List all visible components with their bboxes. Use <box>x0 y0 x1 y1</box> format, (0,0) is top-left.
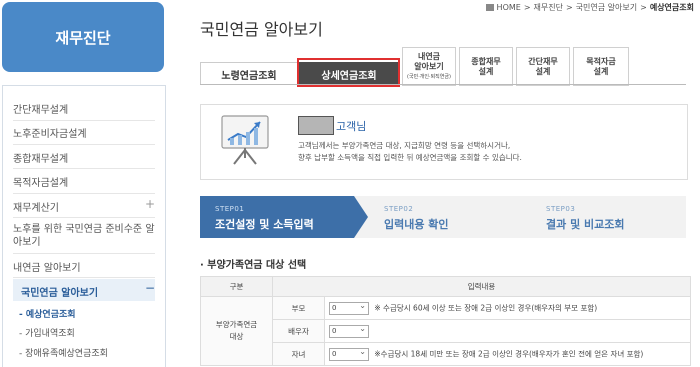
tab-my-pension[interactable]: 내연금 알아보기 (국민·개인·퇴직연금) <box>402 47 456 86</box>
tab-old-age-pension[interactable]: 노령연금조회 <box>200 62 298 85</box>
sidebar: 재무진단 간단재무설계 노후준비자금설계 종합재무설계 목적자금설계 재무계산기… <box>0 0 166 367</box>
breadcrumb-home[interactable]: HOME <box>497 3 521 12</box>
row-label-parents: 부모 <box>272 296 325 320</box>
presentation-board-icon <box>221 115 269 165</box>
home-icon <box>485 4 494 11</box>
tab-my-pension-sub: (국민·개인·퇴직연금) <box>407 73 451 80</box>
group-label-line-1: 부양가족연금 <box>215 320 258 329</box>
section-title: · 부양가족연금 대상 선택 <box>200 260 307 271</box>
divider <box>13 168 155 169</box>
row-input-parents: 0 ※ 수급당시 60세 이상 또는 장애 2급 이상인 경우(배우자의 부모 … <box>323 296 692 320</box>
spouse-select[interactable]: 0 <box>329 323 369 338</box>
tab-total-plan[interactable]: 종합재무 설계 <box>459 47 513 86</box>
collapse-icon[interactable]: − <box>145 281 155 295</box>
step-2-title: 입력내용 확인 <box>384 218 449 231</box>
sidebar-item-total-plan[interactable]: 종합재무설계 <box>13 150 155 165</box>
sidebar-subitem-enrollment-history[interactable]: - 가입내역조회 <box>19 326 75 339</box>
divider <box>13 253 155 254</box>
table-row: 자녀 0 ※수급당시 18세 미만 또는 장애 2급 이상인 경우(배우자가 혼… <box>201 342 692 366</box>
sidebar-item-purpose-plan[interactable]: 목적자금설계 <box>13 174 155 189</box>
dependent-table: 구분 입력내용 부양가족연금 대상 부모 0 ※ 수급당시 60세 이상 또는 … <box>200 276 692 366</box>
divider <box>13 144 155 145</box>
expand-icon[interactable]: + <box>145 197 155 211</box>
page-title: 국민연금 알아보기 <box>200 20 323 39</box>
divider <box>13 277 155 278</box>
customer-suffix: 고객님 <box>336 120 367 133</box>
step-3-label: STEP03 <box>546 205 576 213</box>
breadcrumb-finance[interactable]: 재무진단 <box>534 2 563 13</box>
step-3-title: 결과 및 비교조회 <box>546 218 625 231</box>
customer-name-masked <box>298 116 334 135</box>
info-description: 고객님께서는 부양가족연금 대상, 지급희망 연령 등을 선택하시거나, 향후 … <box>298 140 678 164</box>
parents-note: ※ 수급당시 60세 이상 또는 장애 2급 이상인 경우(배우자의 부모 포함… <box>374 303 598 312</box>
row-label-spouse: 배우자 <box>272 319 325 343</box>
children-select[interactable]: 0 <box>329 346 369 361</box>
step-1-label: STEP01 <box>215 205 245 213</box>
table-row: 배우자 0 <box>201 319 692 343</box>
divider <box>13 193 155 194</box>
parents-select[interactable]: 0 <box>329 300 369 315</box>
sidebar-subitem-disability-survivor[interactable]: - 장애유족예상연금조회 <box>19 346 108 359</box>
breadcrumb: HOME > 재무진단 > 국민연금 알아보기 > 예상연금조회 <box>485 2 694 13</box>
info-description-line-1: 고객님께서는 부양가족연금 대상, 지급희망 연령 등을 선택하시거나, <box>298 141 511 150</box>
tabs-baseline <box>200 84 686 85</box>
sidebar-title: 재무진단 <box>2 2 164 72</box>
tab-simple-plan-label-2: 설계 <box>535 66 551 76</box>
row-input-children: 0 ※수급당시 18세 미만 또는 장애 2급 이상인 경우(배우자가 혼인 전… <box>323 342 692 366</box>
tab-highlight <box>297 58 400 87</box>
tab-simple-plan[interactable]: 간단재무 설계 <box>516 47 570 86</box>
group-label-line-2: 대상 <box>229 332 244 341</box>
tab-purpose-plan-label-1: 목적자금 <box>586 56 616 66</box>
row-input-spouse: 0 <box>323 319 692 343</box>
breadcrumb-sep: > <box>523 3 531 12</box>
tab-my-pension-label-1: 내연금 <box>417 51 441 61</box>
sidebar-item-pension-readiness[interactable]: 노후를 위한 국민연금 준비수준 알아보기 <box>13 223 155 249</box>
table-row: 부양가족연금 대상 부모 0 ※ 수급당시 60세 이상 또는 장애 2급 이상… <box>200 296 692 366</box>
tab-purpose-plan-label-2: 설계 <box>593 66 609 76</box>
divider <box>13 217 155 218</box>
children-note: ※수급당시 18세 미만 또는 장애 2급 이상인 경우(배우자가 혼인 전에 … <box>374 349 644 358</box>
table-header-category: 구분 <box>200 276 273 297</box>
tab-purpose-plan[interactable]: 목적자금 설계 <box>573 47 629 86</box>
sidebar-item-calculator[interactable]: 재무계산기 <box>13 199 155 214</box>
tab-total-plan-label-1: 종합재무 <box>471 56 501 66</box>
breadcrumb-sep: > <box>640 3 647 12</box>
sidebar-menu: 간단재무설계 노후준비자금설계 종합재무설계 목적자금설계 재무계산기 + 노후… <box>2 85 166 367</box>
tab-simple-plan-label-1: 간단재무 <box>528 56 558 66</box>
tab-my-pension-label-2: 알아보기 <box>414 61 444 71</box>
step-2-label: STEP02 <box>384 205 414 213</box>
group-label: 부양가족연금 대상 <box>200 296 273 366</box>
breadcrumb-national-pension[interactable]: 국민연금 알아보기 <box>576 2 637 13</box>
sidebar-subitem-expected-pension[interactable]: - 예상연금조회 <box>19 307 76 320</box>
breadcrumb-current: 예상연금조회 <box>649 3 694 12</box>
table-header-input: 입력내용 <box>271 276 692 297</box>
info-description-line-2: 향후 납부할 소득액을 직접 입력한 뒤 예상연금액을 조회할 수 있습니다. <box>298 153 522 162</box>
step-1-title: 조건설정 및 소득입력 <box>215 218 314 231</box>
divider <box>13 120 155 121</box>
sidebar-item-simple-plan[interactable]: 간단재무설계 <box>13 101 155 116</box>
row-label-children: 자녀 <box>272 342 325 366</box>
tab-total-plan-label-2: 설계 <box>478 66 494 76</box>
sidebar-item-my-pension[interactable]: 내연금 알아보기 <box>13 259 155 274</box>
sidebar-item-national-pension-label: 국민연금 알아보기 <box>21 288 99 299</box>
sidebar-item-retirement-plan[interactable]: 노후준비자금설계 <box>13 125 155 140</box>
breadcrumb-sep: > <box>565 3 573 12</box>
